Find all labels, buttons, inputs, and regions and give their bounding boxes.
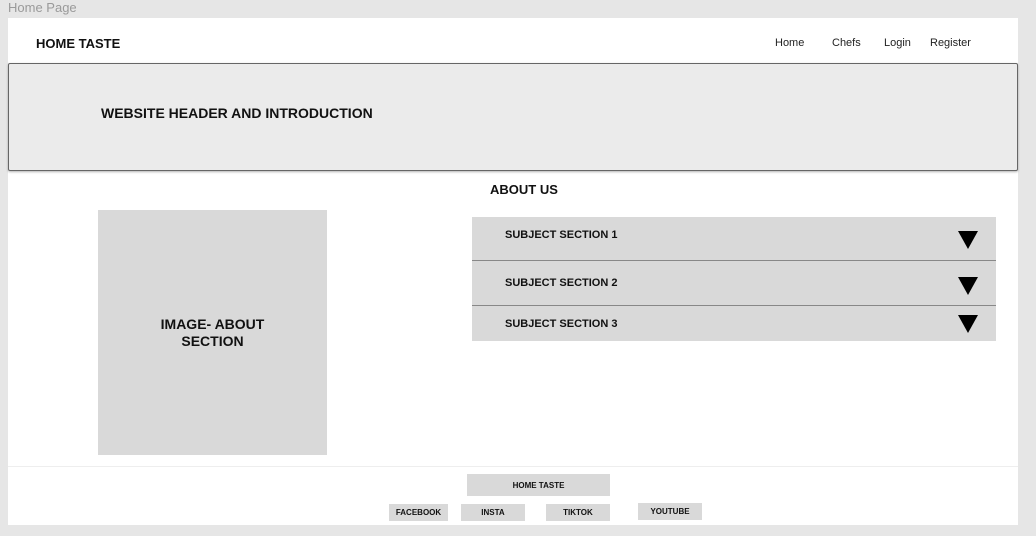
footer-brand[interactable]: HOME TASTE [467,474,610,496]
about-title: ABOUT US [490,182,558,197]
accordion-label: SUBJECT SECTION 1 [505,229,618,241]
accordion-label: SUBJECT SECTION 2 [505,277,618,289]
youtube-link[interactable]: YOUTUBE [638,503,702,520]
accordion-item-3[interactable]: SUBJECT SECTION 3 [472,306,996,341]
footer-divider [8,466,1018,467]
accordion-label: SUBJECT SECTION 3 [505,317,618,330]
frame-title: Home Page [8,0,77,15]
chevron-down-icon[interactable] [958,231,978,249]
facebook-link[interactable]: FACEBOOK [389,504,448,521]
accordion-item-1[interactable]: SUBJECT SECTION 1 [472,217,996,261]
insta-link[interactable]: INSTA [461,504,525,521]
hero-title: WEBSITE HEADER AND INTRODUCTION [101,105,373,121]
image-label: IMAGE- ABOUT SECTION [160,315,265,349]
nav-home[interactable]: Home [775,37,804,49]
chevron-down-icon[interactable] [958,277,978,295]
tiktok-link[interactable]: TIKTOK [546,504,610,521]
chevron-down-icon[interactable] [958,315,978,333]
accordion-item-2[interactable]: SUBJECT SECTION 2 [472,261,996,306]
nav-register[interactable]: Register [930,37,971,49]
brand-logo[interactable]: HOME TASTE [36,36,120,51]
nav-login[interactable]: Login [884,37,911,49]
about-image-placeholder: IMAGE- ABOUT SECTION [98,210,327,455]
nav-chefs[interactable]: Chefs [832,37,861,49]
